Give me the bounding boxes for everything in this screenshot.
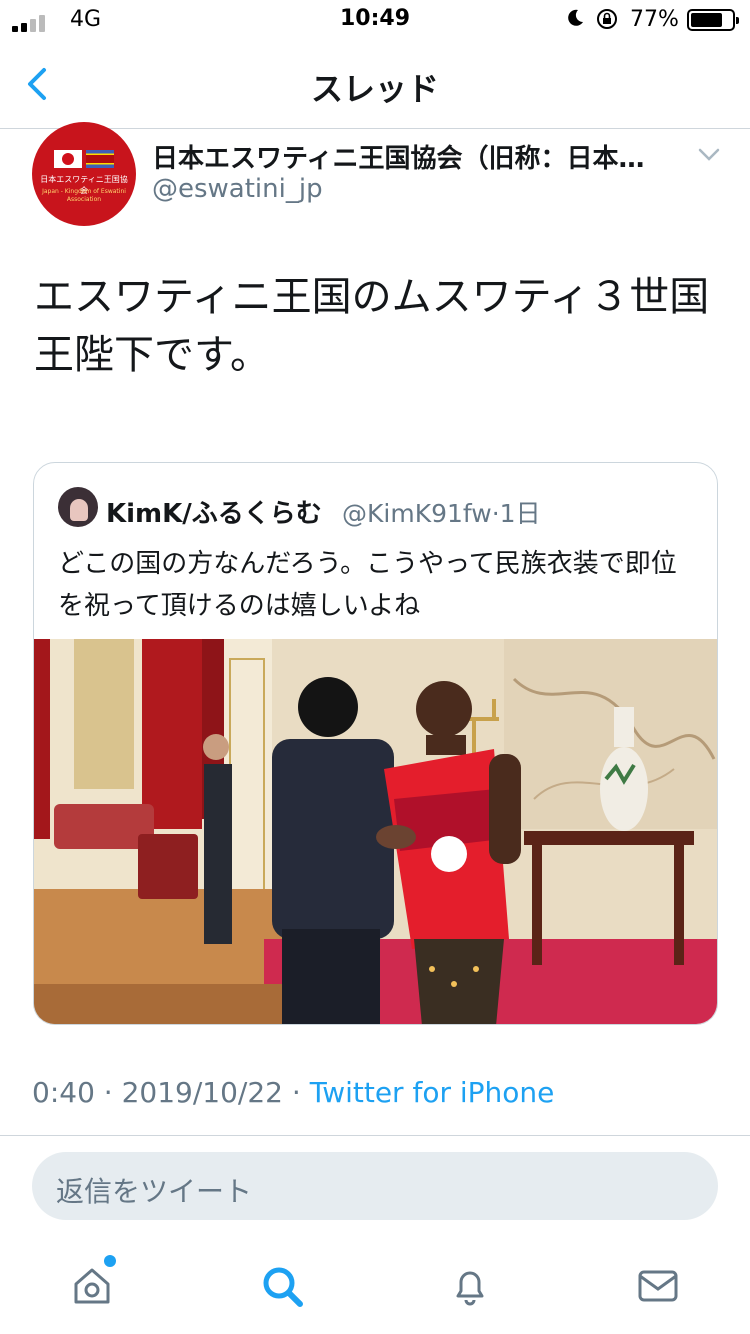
quote-avatar: [58, 487, 98, 527]
tweet-time: 0:40: [32, 1076, 95, 1109]
meta-separator: ·: [103, 1076, 113, 1109]
eswatini-flag-icon: [86, 150, 114, 168]
search-icon[interactable]: [258, 1262, 306, 1310]
tweet-client-link[interactable]: Twitter for iPhone: [310, 1076, 555, 1109]
quote-text: どこの国の方なんだろう。こうやって民族衣装で即位を祝って頂けるのは嬉しいよね: [58, 549, 677, 621]
quote-handle: @KimK91fw: [342, 499, 492, 528]
quote-photo[interactable]: [34, 639, 718, 1025]
quoted-tweet[interactable]: KimK/ふるくらむ @KimK91fw·1日 どこの国の方なんだろう。こうやっ…: [33, 462, 718, 1025]
tab-bar: [0, 1240, 750, 1334]
tweet-text: エスワティニ王国のムスワティ３世国王陛下です。: [34, 274, 710, 378]
quote-handle-line: @KimK91fw·1日: [342, 494, 541, 530]
home-icon[interactable]: [68, 1262, 116, 1310]
divider: [0, 1135, 750, 1136]
notification-dot: [104, 1255, 116, 1267]
quote-separator: ·: [491, 499, 500, 528]
reply-input[interactable]: 返信をツイート: [32, 1152, 718, 1220]
page-title: スレッド: [310, 70, 439, 108]
avatar[interactable]: 日本エスワティニ王国協会 Japan - Kingdom of Eswatini…: [32, 122, 136, 226]
author-handle[interactable]: @eswatini_jp: [152, 174, 323, 204]
author-display-name[interactable]: 日本エスワティニ王国協会（旧称：日本…: [152, 138, 692, 175]
reply-placeholder: 返信をツイート: [56, 1175, 253, 1208]
moon-icon: [568, 9, 583, 26]
meta-separator: ·: [291, 1076, 301, 1109]
navigation-bar: スレッド: [0, 40, 750, 129]
notifications-icon[interactable]: [446, 1262, 494, 1310]
japan-flag-icon: [54, 150, 82, 168]
tweet-meta: 0:40 · 2019/10/22 · Twitter for iPhone: [32, 1076, 554, 1109]
orientation-lock-icon: [597, 9, 617, 29]
chevron-down-icon[interactable]: [696, 146, 722, 164]
messages-icon[interactable]: [634, 1262, 682, 1310]
quote-display-name: KimK/ふるくらむ: [106, 499, 322, 529]
quote-age: 1日: [499, 499, 541, 528]
avatar-subtext: Japan - Kingdom of Eswatini Association: [42, 188, 126, 203]
status-bar: 4G 10:49 77%: [0, 0, 750, 40]
battery-percent: 77%: [630, 7, 679, 32]
tweet-date: 2019/10/22: [121, 1076, 283, 1109]
battery-icon: [687, 9, 739, 31]
